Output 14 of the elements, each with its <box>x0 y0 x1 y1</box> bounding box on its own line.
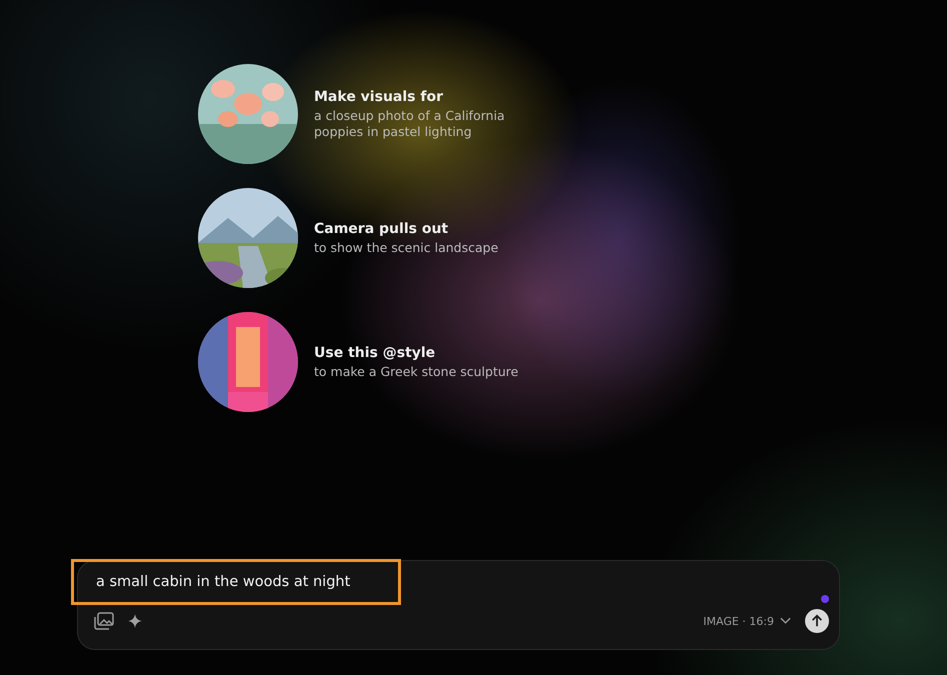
chevron-down-icon <box>780 617 791 625</box>
suggestion-text: to make a Greek stone sculpture <box>314 364 520 380</box>
mode-dropdown[interactable]: IMAGE · 16:9 <box>703 614 791 628</box>
images-icon[interactable] <box>94 612 114 630</box>
send-button[interactable] <box>805 609 829 633</box>
suggestion-title: Camera pulls out <box>314 220 450 236</box>
status-dot <box>821 595 829 603</box>
arrow-up-icon <box>810 614 824 628</box>
suggestion-title: Make visuals for <box>314 88 444 104</box>
suggestion-title: Use this @style <box>314 344 436 360</box>
suggestion-text: to show the scenic landscape <box>314 240 500 256</box>
prompt-field[interactable]: a small cabin in the woods at night <box>71 559 401 605</box>
sparkle-icon[interactable] <box>128 614 142 628</box>
suggestion-text: a closeup photo of a California poppies in pastel lighting <box>314 108 506 140</box>
